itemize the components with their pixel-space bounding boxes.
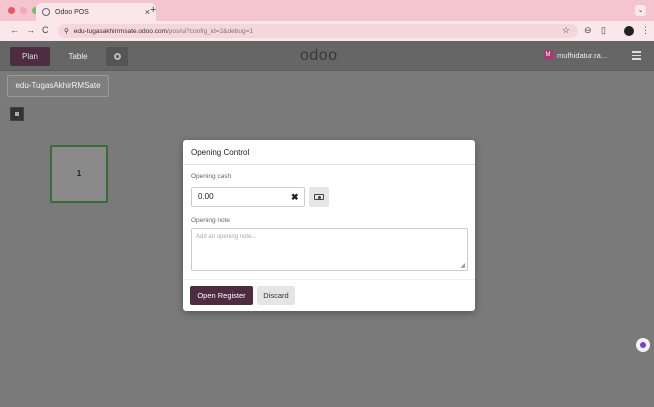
browser-toolbar: ← → C ⚲ edu-tugasakhirrmsate.odoo.com/po… [0,21,654,41]
dialog-footer-divider [183,279,475,280]
forward-button[interactable]: → [26,25,35,35]
gear-icon [113,53,121,60]
odoo-favicon-icon [42,8,50,16]
opening-note-textarea[interactable]: Add an opening note... ◢ [191,228,468,271]
odoo-logo: odoo [300,47,338,64]
table-button[interactable]: Table [56,47,100,66]
pos-navbar: Plan Table odoo M mufhidatur.ra... [0,41,654,71]
opening-note-label: Opening note [191,217,231,224]
opening-control-dialog: Opening Control Opening cash 0.00 ✖ Open… [183,140,475,311]
reload-button[interactable]: C [42,25,49,35]
profile-avatar[interactable] [624,26,634,36]
cash-details-button[interactable] [309,187,329,207]
opening-note-placeholder: Add an opening note... [196,234,257,240]
bookmark-star-icon[interactable]: ☆ [562,25,570,36]
opening-cash-input[interactable]: 0.00 [191,187,305,207]
site-info-icon[interactable]: ⚲ [64,27,69,35]
floor-element[interactable] [10,107,24,121]
tab-search-button[interactable]: ⌄ [635,5,646,16]
tab-title: Odoo POS [55,8,89,16]
opening-cash-label: Opening cash [191,173,232,180]
new-tab-button[interactable]: + [150,4,156,16]
dialog-title: Opening Control [183,140,475,165]
floor-tab[interactable]: edu-TugasAkhirRMSate [7,75,109,97]
browser-tab-bar: Odoo POS × + ⌄ [0,0,654,21]
minimize-window-button[interactable] [20,7,27,14]
table-tile[interactable]: 1 [50,145,108,203]
browser-tab[interactable]: Odoo POS × [36,3,156,21]
back-button[interactable]: ← [10,25,19,35]
clear-cash-icon[interactable]: ✖ [291,192,299,203]
settings-button[interactable] [106,47,128,66]
address-bar[interactable]: ⚲ edu-tugasakhirrmsate.odoo.com/pos/ui?c… [58,24,578,38]
downloads-icon[interactable]: ⊖ [584,25,592,36]
money-bill-icon [314,194,324,200]
extensions-icon[interactable]: ▯ [601,25,606,36]
open-register-button[interactable]: Open Register [190,286,253,305]
close-window-button[interactable] [8,7,15,14]
resize-handle-icon[interactable]: ◢ [460,262,465,269]
window-controls [8,7,39,14]
url-path: /pos/ui?config_id=2&debug=1 [166,27,254,35]
user-name: mufhidatur.ra... [557,50,608,60]
user-menu[interactable]: M mufhidatur.ra... [543,50,607,60]
url-host: edu-tugasakhirrmsate.odoo.com [73,27,167,35]
user-avatar: M [543,50,553,60]
hamburger-menu-icon[interactable] [632,51,641,62]
plan-button[interactable]: Plan [10,47,50,66]
chat-launcher-icon[interactable] [636,338,650,352]
discard-button[interactable]: Discard [257,286,295,305]
browser-menu-icon[interactable]: ⋮ [641,25,650,36]
